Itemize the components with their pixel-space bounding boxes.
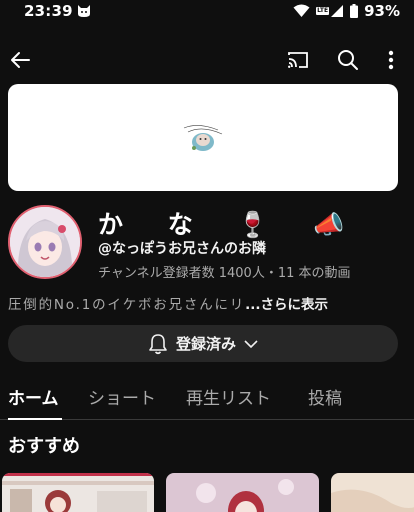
subscribe-label: 登録済み [175,335,236,353]
channel-description[interactable]: 圧倒的No.1のイケボお兄さんにリ...さらに表示 [8,293,328,313]
thumbnail-image [331,473,414,512]
avatar-image [10,207,80,277]
signal-group: LTE [316,4,344,18]
chevron-down-icon [244,339,258,348]
banner-illustration [183,125,223,151]
video-thumbnail[interactable] [331,473,414,512]
status-bar: 23:39 LTE 93% [0,0,414,24]
channel-tabs: ホーム ショート 再生リスト 投稿 [0,380,414,420]
lte-badge: LTE [316,7,330,15]
tab-posts[interactable]: 投稿 [308,384,342,409]
thumbnail-image [166,473,319,512]
cast-icon [288,52,308,68]
search-icon [338,50,358,70]
tab-shorts[interactable]: ショート [88,384,156,409]
channel-stats: チャンネル登録者数 1400人・11 本の動画 [98,266,351,281]
search-button[interactable] [332,44,364,76]
cat-notification-icon [78,5,90,17]
back-arrow-icon [11,52,30,68]
wifi-icon [293,4,310,17]
subscribed-button[interactable]: 登録済み [8,325,398,362]
more-vert-icon [388,50,394,70]
status-time: 23:39 [24,2,73,20]
thumbnail-image [2,473,154,512]
top-app-bar [0,40,414,80]
tab-playlists[interactable]: 再生リスト [186,384,271,409]
channel-name: か な 🍷 📣 [98,210,363,239]
bell-icon [149,333,167,354]
description-text: 圧倒的No.1のイケボお兄さんにリ [8,297,246,313]
signal-icon [331,5,344,17]
section-title: おすすめ [8,436,80,457]
video-thumbnail[interactable] [2,473,154,512]
channel-handle: @なっぽうお兄さんのお隣 [98,241,266,257]
tab-home[interactable]: ホーム [8,384,59,409]
more-options-button[interactable] [375,44,407,76]
channel-banner [8,84,398,191]
status-indicators: LTE 93% [293,2,400,20]
battery-icon [350,4,359,18]
video-thumbnail[interactable] [166,473,319,512]
back-button[interactable] [4,44,36,76]
cast-button[interactable] [282,44,314,76]
channel-avatar[interactable] [8,205,82,279]
active-tab-indicator [8,418,62,420]
battery-percent: 93% [364,2,400,20]
show-more-link[interactable]: ...さらに表示 [245,297,328,313]
